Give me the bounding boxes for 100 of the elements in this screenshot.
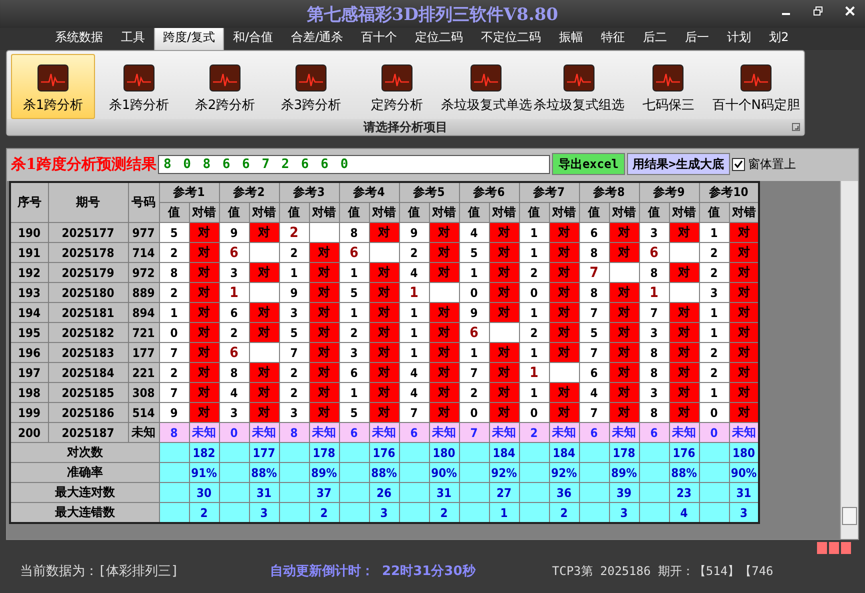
table-cell: 2 — [519, 322, 549, 342]
menu-tab[interactable]: 后一 — [676, 25, 718, 50]
table-cell: 6 — [219, 242, 249, 262]
analysis-button[interactable]: 七码保三 — [626, 54, 710, 119]
table-cell: 0 — [519, 282, 549, 302]
column-header: 参考1 — [159, 182, 219, 202]
table-cell: 2 — [459, 382, 489, 402]
table-cell: 对 — [669, 222, 699, 242]
table-cell: 对 — [669, 302, 699, 322]
table-cell: 对 — [489, 362, 519, 382]
table-cell: 191 — [10, 242, 48, 262]
table-cell: 8 — [159, 262, 189, 282]
column-header: 对错 — [249, 202, 279, 222]
table-cell: 1 — [339, 302, 369, 322]
table-cell: 对 — [189, 222, 219, 242]
table-cell: 对 — [609, 302, 639, 322]
table-cell: 2025185 — [48, 382, 128, 402]
table-cell: 6 — [339, 242, 369, 262]
table-cell: 184 — [549, 442, 579, 462]
menu-tab[interactable]: 系统数据 — [46, 25, 112, 50]
table-cell: 对 — [249, 362, 279, 382]
table-cell: 8 — [639, 402, 669, 422]
table-cell: 182 — [189, 442, 219, 462]
table-cell: 8 — [639, 262, 669, 282]
status-lights-drawing — [817, 542, 851, 554]
analysis-button[interactable]: 杀1跨分析 — [97, 54, 181, 119]
restore-icon[interactable] — [813, 6, 823, 16]
close-icon[interactable] — [845, 6, 855, 16]
column-header: 值 — [279, 202, 309, 222]
table-cell: 190 — [10, 222, 48, 242]
analysis-button[interactable]: 杀3跨分析 — [269, 54, 353, 119]
table-cell: 1 — [519, 302, 549, 322]
table-cell: 7 — [579, 262, 609, 282]
table-cell: 2025178 — [48, 242, 128, 262]
table-cell: 36 — [549, 482, 579, 502]
table-cell: 177 — [249, 442, 279, 462]
menu-tab[interactable]: 工具 — [112, 25, 154, 50]
table-cell: 1 — [699, 322, 729, 342]
heartbeat-monitor-icon — [37, 64, 69, 92]
analysis-button[interactable]: 杀垃圾复式单选 — [441, 54, 532, 119]
menu-tab[interactable]: 振幅 — [550, 25, 592, 50]
menu-tab[interactable]: 后二 — [634, 25, 676, 50]
table-cell: 308 — [128, 382, 159, 402]
table-cell: 31 — [429, 482, 459, 502]
table-cell: 2 — [339, 322, 369, 342]
generate-button[interactable]: 用结果>生成大底 — [626, 153, 730, 175]
menu-tab[interactable]: 定位二码 — [406, 25, 472, 50]
table-cell: 对 — [549, 342, 579, 362]
table-cell: 对 — [189, 282, 219, 302]
menu-tab[interactable]: 特征 — [592, 25, 634, 50]
countdown-value: 22时31分30秒 — [382, 563, 477, 580]
table-cell: 4 — [399, 382, 429, 402]
analysis-button[interactable]: 定跨分析 — [355, 54, 439, 119]
table-cell: 5 — [459, 242, 489, 262]
table-cell: 对 — [669, 342, 699, 362]
table-cell: 7 — [399, 402, 429, 422]
table-cell: 194 — [10, 302, 48, 322]
table-cell: 对 — [489, 262, 519, 282]
pin-checkbox[interactable] — [732, 158, 745, 170]
expand-icon[interactable] — [792, 123, 800, 131]
table-cell: 6 — [459, 322, 489, 342]
table-cell: 0 — [699, 402, 729, 422]
menu-tab[interactable]: 不定位二码 — [472, 25, 550, 50]
table-cell: 31 — [729, 482, 759, 502]
analysis-button[interactable]: 杀1跨分析 — [11, 54, 95, 119]
table-cell: 7 — [579, 342, 609, 362]
table-cell: 对 — [309, 342, 339, 362]
table-cell: 3 — [219, 262, 249, 282]
table-cell: 1 — [459, 342, 489, 362]
table-cell: 4 — [399, 362, 429, 382]
table-cell: 2025177 — [48, 222, 128, 242]
menu-tab[interactable]: 计划 — [718, 25, 760, 50]
table-cell: 未知 — [189, 422, 219, 442]
table-cell: 未知 — [609, 422, 639, 442]
scrollbar[interactable] — [840, 181, 858, 539]
window-title: 第七感福彩3D排列三软件V8.80 — [306, 4, 558, 26]
export-button[interactable]: 导出excel — [552, 153, 625, 175]
table-cell: 未知 — [429, 422, 459, 442]
analysis-button[interactable]: 百十个N码定胆 — [712, 54, 800, 119]
table-cell: 对 — [429, 302, 459, 322]
column-header: 参考9 — [639, 182, 699, 202]
menu-tab[interactable]: 划2 — [760, 25, 798, 50]
table-cell: 8 — [639, 362, 669, 382]
result-field[interactable]: 8 0 8 6 6 7 2 6 6 0 — [158, 154, 550, 174]
table-cell: 2 — [279, 222, 309, 242]
column-header: 值 — [579, 202, 609, 222]
table-cell: 91% — [189, 462, 219, 482]
analysis-button[interactable]: 杀垃圾复式组选 — [534, 54, 624, 119]
table-cell: 对 — [549, 402, 579, 422]
table-cell: 90% — [429, 462, 459, 482]
table-cell: 对 — [429, 342, 459, 362]
menu-tab[interactable]: 和/合值 — [224, 25, 282, 50]
scrollbar-thumb[interactable] — [842, 507, 857, 525]
analysis-button[interactable]: 杀2跨分析 — [183, 54, 267, 119]
menu-tab[interactable]: 合差/通杀 — [282, 25, 352, 50]
menu-tab[interactable]: 百十个 — [352, 25, 406, 50]
table-cell: 7 — [579, 402, 609, 422]
table-cell: 6 — [579, 362, 609, 382]
table-cell: 未知 — [489, 422, 519, 442]
table-cell: 0 — [699, 422, 729, 442]
